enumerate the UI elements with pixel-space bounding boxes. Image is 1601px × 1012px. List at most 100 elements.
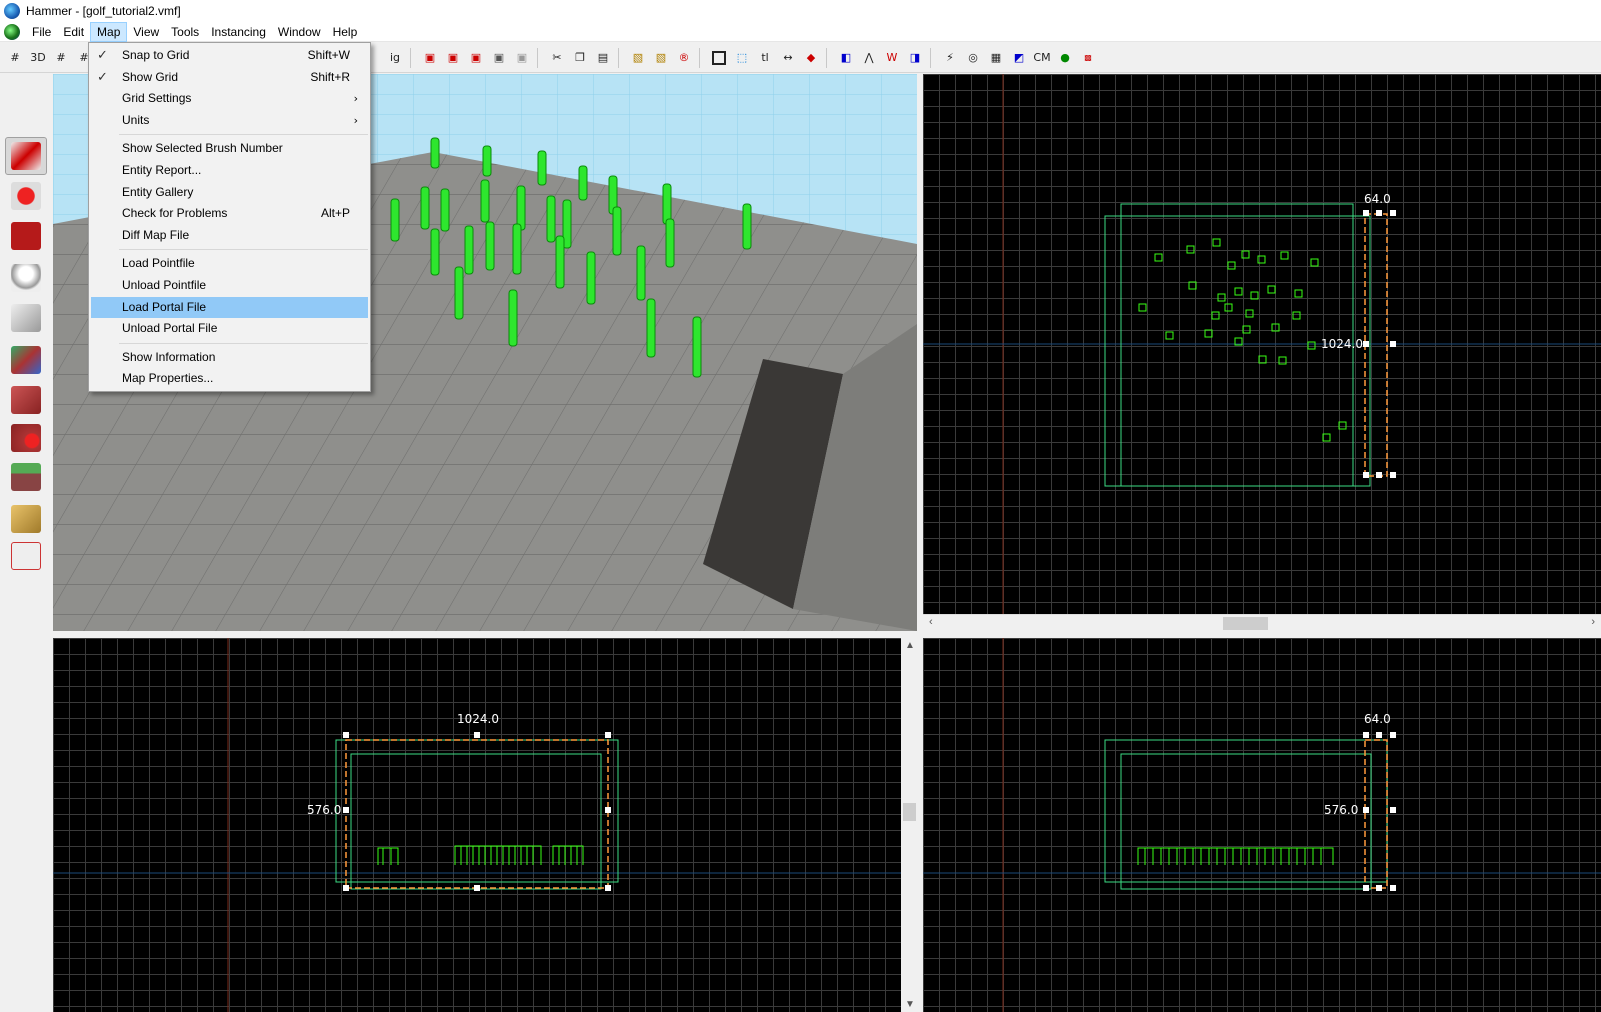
menu-item-units[interactable]: Units › — [89, 110, 370, 132]
menu-item-unload-portal-file[interactable]: Unload Portal File — [89, 318, 370, 340]
menu-item-label: Load Portal File — [122, 299, 207, 314]
paste-icon[interactable]: ▤ — [592, 47, 614, 69]
clipping-tool[interactable] — [5, 500, 47, 538]
texture-lock-icon[interactable]: ® — [673, 47, 695, 69]
side-2d-view[interactable]: 64.0 576.0 — [923, 638, 1601, 1012]
menu-item-unload-pointfile[interactable]: Unload Pointfile — [89, 275, 370, 297]
menu-item-check-for-problems[interactable]: Check for Problems Alt+P — [89, 203, 370, 225]
window-title: Hammer - [golf_tutorial2.vmf] — [26, 4, 181, 18]
lightbulb-icon — [11, 264, 41, 292]
nodraw-icon[interactable]: ▩ — [1077, 47, 1099, 69]
scroll-right-icon[interactable]: › — [1591, 616, 1595, 628]
menu-help[interactable]: Help — [327, 22, 364, 42]
top-width-label: 64.0 — [1364, 192, 1391, 206]
find-entity-icon[interactable]: ◨ — [904, 47, 926, 69]
menu-item-label: Show Information — [122, 349, 216, 364]
menu-item-entity-gallery[interactable]: Entity Gallery — [89, 182, 370, 204]
front-view-vertical-scrollbar[interactable]: ▲ ▼ — [901, 638, 918, 1012]
menu-item-show-grid[interactable]: ✓ Show Grid Shift+R — [89, 67, 370, 89]
menu-view[interactable]: View — [127, 22, 165, 42]
texture-browser-icon[interactable]: ▦ — [985, 47, 1007, 69]
magnify-icon — [11, 182, 41, 210]
menu-item-label: Grid Settings — [122, 91, 192, 106]
copy-icon[interactable]: ❐ — [569, 47, 591, 69]
document-icon[interactable] — [4, 23, 20, 40]
auto-visgroup-icon[interactable]: W — [881, 47, 903, 69]
select-by-handles-icon[interactable]: ⬚ — [731, 47, 753, 69]
carve-icon[interactable]: ▧ — [627, 47, 649, 69]
scroll-left-icon[interactable]: ‹ — [929, 616, 933, 628]
toggle-box-select-icon[interactable] — [708, 47, 730, 69]
magnify-tool[interactable] — [5, 177, 47, 215]
menu-instancing[interactable]: Instancing — [205, 22, 272, 42]
toolbar-separator — [618, 47, 624, 68]
checkmark-icon: ✓ — [97, 48, 108, 63]
menu-item-diff-map-file[interactable]: Diff Map File — [89, 225, 370, 247]
menu-item-shortcut: Shift+W — [307, 48, 350, 62]
toolbar-separator — [699, 47, 705, 68]
title-bar: Hammer - [golf_tutorial2.vmf] — [0, 0, 1601, 22]
grid-icon[interactable]: # — [4, 47, 26, 69]
unhide-icon[interactable]: ▣ — [442, 47, 464, 69]
entity-icon[interactable]: ◧ — [835, 47, 857, 69]
scroll-down-icon[interactable]: ▼ — [905, 999, 915, 1010]
globe-icon[interactable]: ◎ — [962, 47, 984, 69]
menu-window[interactable]: Window — [272, 22, 327, 42]
menu-item-entity-report[interactable]: Entity Report... — [89, 160, 370, 182]
hollow-icon[interactable]: ▧ — [650, 47, 672, 69]
menu-item-map-properties[interactable]: Map Properties... — [89, 368, 370, 390]
hide-icon[interactable]: ▣ — [419, 47, 441, 69]
menu-tools[interactable]: Tools — [165, 22, 205, 42]
submenu-arrow-icon: › — [353, 92, 358, 106]
texture-icon — [11, 346, 41, 374]
scroll-thumb[interactable] — [903, 803, 916, 821]
vertex-tool[interactable] — [5, 537, 47, 575]
camera-tool[interactable] — [5, 217, 47, 255]
compile-icon[interactable]: ⚡ — [939, 47, 961, 69]
apply-texture-tool[interactable] — [5, 381, 47, 419]
side-height-label: 576.0 — [1324, 803, 1359, 817]
front-2d-view[interactable]: 1024.0 576.0 — [53, 638, 901, 1012]
ignore-groups-button[interactable]: ig — [384, 47, 406, 69]
path-icon[interactable]: ⋀ — [858, 47, 880, 69]
hide-unselected-icon[interactable]: ▣ — [465, 47, 487, 69]
front-height-label: 576.0 — [307, 803, 342, 817]
top-height-label: 1024.0 — [1321, 337, 1363, 351]
3d-grid-button[interactable]: 3D — [27, 47, 49, 69]
menu-file[interactable]: File — [26, 22, 57, 42]
block-tool[interactable] — [5, 299, 47, 337]
cordon-button[interactable]: CM — [1031, 47, 1053, 69]
decal-tool[interactable] — [5, 419, 47, 457]
overlay-tool[interactable] — [5, 458, 47, 496]
prefab-icon[interactable]: ◩ — [1008, 47, 1030, 69]
menu-item-snap-to-grid[interactable]: ✓ Snap to Grid Shift+W — [89, 45, 370, 67]
texture-application-tool[interactable] — [5, 341, 47, 379]
menu-item-show-information[interactable]: Show Information — [89, 347, 370, 369]
face-split-icon[interactable]: ◆ — [800, 47, 822, 69]
top-2d-view[interactable]: 64.0 1024.0 — [923, 74, 1601, 614]
entity-tool[interactable] — [5, 259, 47, 297]
top-view-horizontal-scrollbar[interactable]: ‹ › — [923, 614, 1601, 631]
texture-lock-button[interactable]: tl — [754, 47, 776, 69]
selection-tool[interactable] — [5, 137, 47, 175]
scroll-up-icon[interactable]: ▲ — [905, 640, 915, 651]
menu-item-grid-settings[interactable]: Grid Settings › — [89, 88, 370, 110]
menu-edit[interactable]: Edit — [57, 22, 90, 42]
scroll-thumb[interactable] — [1223, 617, 1268, 630]
menu-map[interactable]: Map — [90, 21, 128, 42]
scale-lock-icon[interactable]: ↔ — [777, 47, 799, 69]
grid-smaller-icon[interactable]: # — [50, 47, 72, 69]
side-view-geometry — [923, 638, 1601, 1012]
toolbar-separator — [930, 47, 936, 68]
menu-item-load-pointfile[interactable]: Load Pointfile — [89, 253, 370, 275]
group-icon[interactable]: ▣ — [488, 47, 510, 69]
map-menu-dropdown: ✓ Snap to Grid Shift+W ✓ Show Grid Shift… — [88, 42, 371, 392]
cut-icon[interactable]: ✂ — [546, 47, 568, 69]
menu-item-shortcut: Alt+P — [320, 206, 350, 221]
menu-item-show-selected-brush-number[interactable]: Show Selected Brush Number — [89, 138, 370, 160]
leaf-icon[interactable]: ● — [1054, 47, 1076, 69]
toolbar-separator — [537, 47, 543, 68]
menu-item-load-portal-file[interactable]: Load Portal File — [91, 296, 368, 319]
camera-icon — [11, 222, 41, 250]
ungroup-icon[interactable]: ▣ — [511, 47, 533, 69]
